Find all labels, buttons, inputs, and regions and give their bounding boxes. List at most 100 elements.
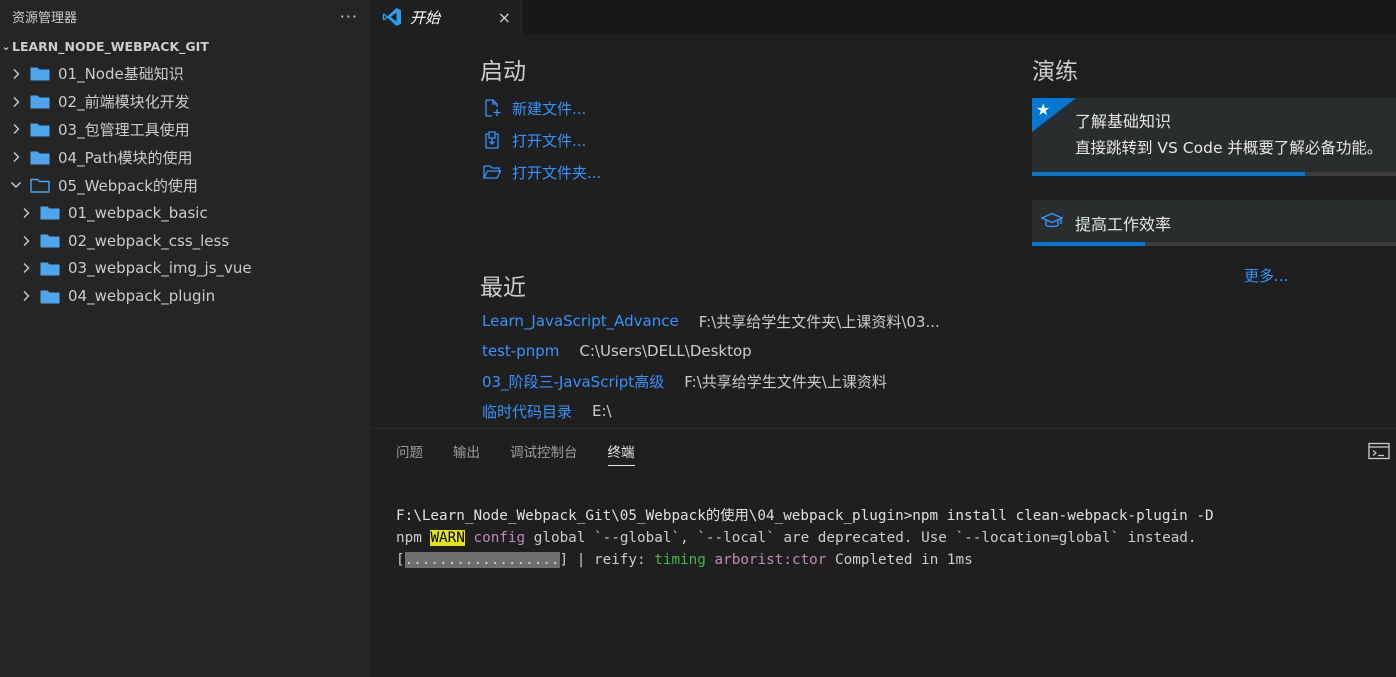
terminal-line: F:\Learn_Node_Webpack_Git\05_Webpack的使用\… [396,505,1214,527]
twisty [18,235,34,247]
tab-label: 开始 [410,8,441,27]
new-file-link[interactable]: 新建文件... [482,92,601,124]
twisty [8,96,24,108]
recent-item-name[interactable]: 03_阶段三-JavaScript高级 [482,371,664,392]
terminal-command: F:\Learn_Node_Webpack_Git\05_Webpack的使用\… [396,508,1214,524]
twisty [18,262,34,274]
panel-tab-bar: 问题 输出 调试控制台 终端 [370,429,1396,473]
chevron-right-icon [13,68,20,79]
install-progress-bar: .................. [404,552,560,568]
close-icon[interactable]: × [498,8,511,27]
walkthrough-progress-fill [1032,242,1145,246]
recent-item: 临时代码目录 E:\ [482,396,940,426]
explorer-sidebar: 资源管理器 ··· ⌄ LEARN_NODE_WEBPACK_GIT 01_No… [0,0,370,677]
vscode-logo-icon [382,8,401,26]
open-folder-label: 打开文件夹... [512,163,602,182]
more-actions-icon[interactable]: ··· [340,7,358,26]
walkthrough-card-productivity[interactable]: 提高工作效率 [1032,200,1396,246]
tree-item[interactable]: 02_前端模块化开发 [0,88,370,116]
twisty [18,207,34,219]
chevron-right-icon [23,207,30,218]
terminal-line: [..................] | reify: timing arb… [396,549,1214,571]
recent-list: Learn_JavaScript_Advance F:\共享给学生文件夹\上课资… [482,306,940,426]
tree-item-label: 01_Node基础知识 [58,65,184,84]
start-list: 新建文件... 打开文件... 打开文件夹... [482,92,601,188]
tree-item-label: 02_前端模块化开发 [58,93,190,112]
recent-item: 03_阶段三-JavaScript高级 F:\共享给学生文件夹\上课资料 [482,366,940,396]
chevron-right-icon [23,263,30,274]
walkthrough-title: 提高工作效率 [1075,215,1172,234]
tree-item-label: 05_Webpack的使用 [58,176,198,195]
open-folder-link[interactable]: 打开文件夹... [482,156,601,188]
twisty [18,290,34,302]
file-tree: 01_Node基础知识 02_前端模块化开发 03_包管理工具使用 04_Path模块… [0,60,370,310]
twisty [8,68,24,80]
recent-item-name[interactable]: 临时代码目录 [482,401,572,422]
chevron-right-icon [13,96,20,107]
terminal-view-icon[interactable] [1368,442,1390,460]
mortarboard-icon [1041,212,1063,228]
twisty [8,151,24,163]
tree-item[interactable]: 03_webpack_img_js_vue [0,255,370,283]
tab-welcome[interactable]: 开始 × [370,0,522,34]
arborist-label: arborist:ctor [714,552,827,568]
walkthrough-description: 直接跳转到 VS Code 并概要了解必备功能。 [1075,139,1383,157]
explorer-header: 资源管理器 ··· [0,0,370,32]
chevron-down-icon [11,182,21,189]
tab-output[interactable]: 输出 [453,429,480,473]
tree-item[interactable]: 02_webpack_css_less [0,227,370,255]
tree-item[interactable]: 04_Path模块的使用 [0,143,370,171]
chevron-right-icon [23,235,30,246]
tree-item[interactable]: 01_webpack_basic [0,199,370,227]
folder-icon [30,95,50,109]
walkthrough-progress [1032,172,1396,176]
warn-badge: WARN [430,530,465,546]
tree-item[interactable]: 05_Webpack的使用 [0,171,370,199]
walkthrough-heading: 演练 [1032,59,1078,85]
recent-item-name[interactable]: test-pnpm [482,342,559,360]
tree-item-label: 04_Path模块的使用 [58,148,193,167]
twisty [8,123,24,135]
workspace-section-header[interactable]: ⌄ LEARN_NODE_WEBPACK_GIT [0,32,370,60]
tab-problems[interactable]: 问题 [396,429,423,473]
recent-item-path: C:\Users\DELL\Desktop [579,342,752,360]
tree-item[interactable]: 04_webpack_plugin [0,282,370,310]
open-file-link[interactable]: 打开文件... [482,124,601,156]
recent-item-path: F:\共享给学生文件夹\上课资料\03... [698,312,940,331]
folder-icon [40,234,60,248]
chevron-right-icon [13,152,20,163]
new-file-label: 新建文件... [512,99,587,118]
start-heading: 启动 [480,59,526,85]
tree-item-label: 04_webpack_plugin [68,287,216,306]
folder-icon [40,262,60,276]
chevron-right-icon [13,124,20,135]
welcome-page: 启动 新建文件... 打开文件... 打开文件夹... 最近 Learn_Jav… [370,34,1396,428]
folder-icon [40,290,60,304]
tree-item-label: 02_webpack_css_less [68,231,230,250]
folder-icon [30,123,50,137]
chevron-right-icon [23,291,30,302]
new-file-icon [485,99,501,117]
terminal-output[interactable]: F:\Learn_Node_Webpack_Git\05_Webpack的使用\… [396,505,1214,571]
recent-item-name[interactable]: Learn_JavaScript_Advance [482,312,679,330]
tree-item-label: 03_webpack_img_js_vue [68,259,252,278]
recent-heading: 最近 [480,275,526,301]
progress-close: ] [559,552,569,568]
recent-item: Learn_JavaScript_Advance F:\共享给学生文件夹\上课资… [482,306,940,336]
open-file-label: 打开文件... [512,131,587,150]
tab-terminal[interactable]: 终端 [607,429,635,473]
star-icon: ★ [1036,100,1051,119]
npm-prefix: npm [396,530,422,546]
tab-debug-console[interactable]: 调试控制台 [510,429,578,473]
folder-icon [40,206,60,220]
explorer-title: 资源管理器 [12,10,78,26]
tree-item[interactable]: 03_包管理工具使用 [0,116,370,144]
tree-item[interactable]: 01_Node基础知识 [0,60,370,88]
more-walkthroughs-link[interactable]: 更多... [1244,265,1288,286]
walkthrough-progress [1032,242,1396,246]
twisty [8,180,24,190]
tab-bar: 开始 × [370,0,1396,34]
walkthrough-card-fundamentals[interactable]: ★ 了解基础知识 直接跳转到 VS Code 并概要了解必备功能。 [1032,98,1396,176]
folder-open-icon [30,178,50,193]
tree-item-label: 03_包管理工具使用 [58,120,190,139]
